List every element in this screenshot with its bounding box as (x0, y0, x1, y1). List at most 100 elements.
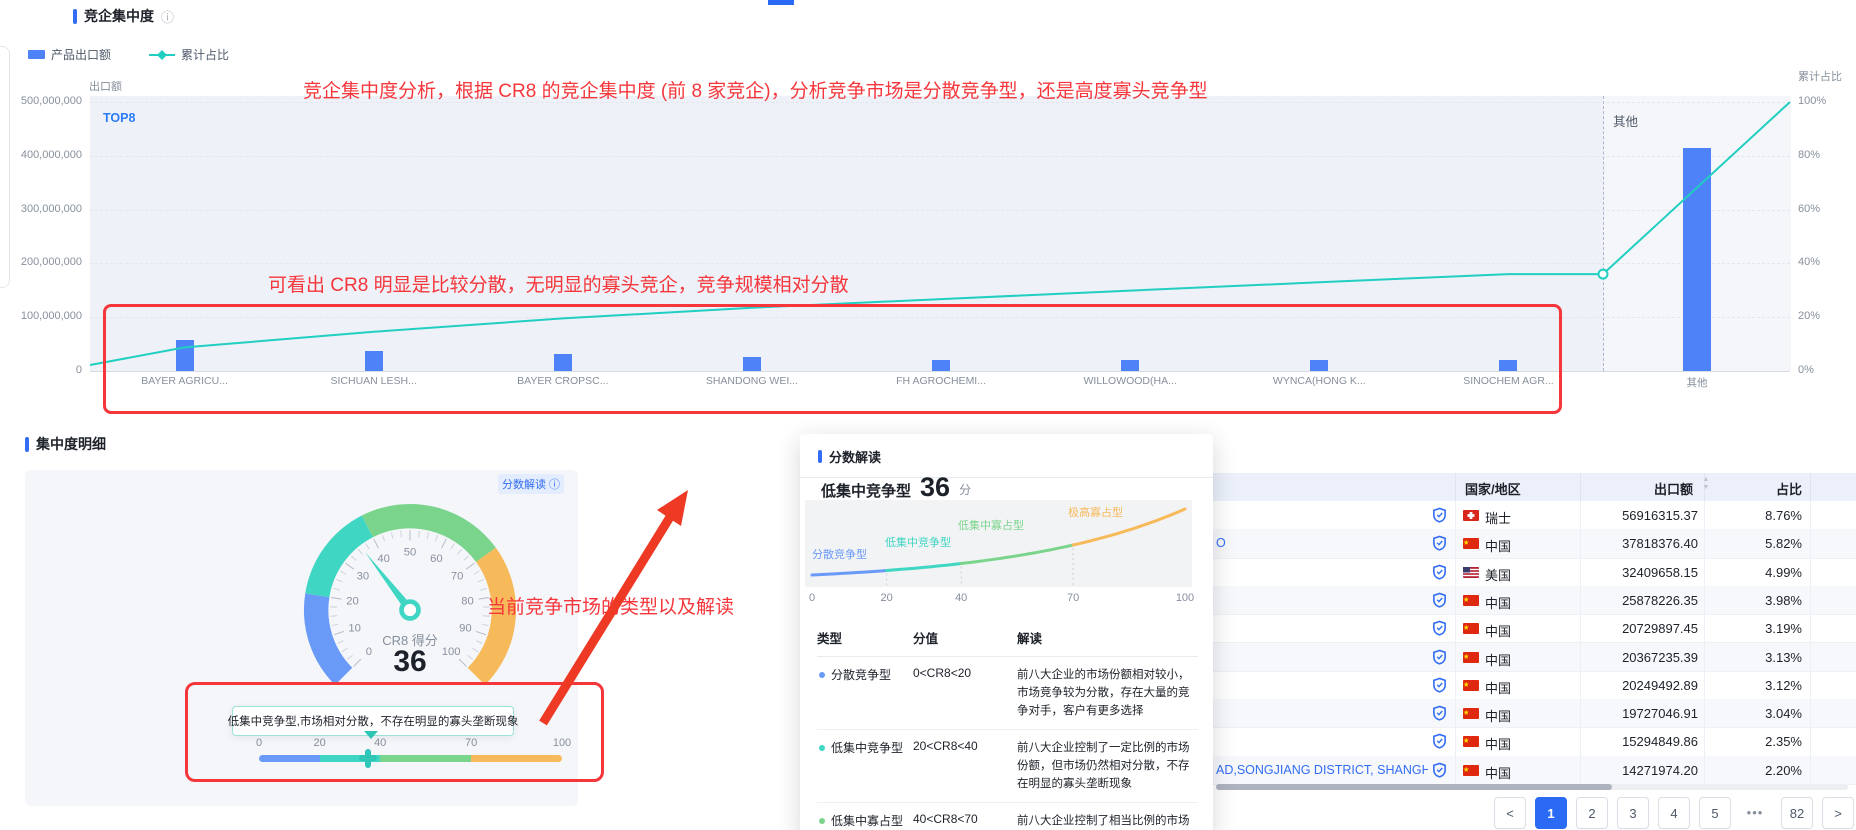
country-flag-icon (1463, 567, 1479, 578)
table-row[interactable]: O中国37818376.405.82% (1205, 529, 1856, 558)
gauge-tick (482, 624, 488, 625)
column-divider (1455, 727, 1456, 756)
y-tick-label: 0 (12, 364, 82, 376)
table-row[interactable]: 中国19727046.913.04% (1205, 699, 1856, 728)
column-header-share[interactable]: 占比 (1722, 479, 1802, 498)
share-value: 3.04% (1712, 706, 1802, 721)
zone-label-other: 其他 (1613, 111, 1638, 130)
popup-table-header: 类型 (817, 620, 913, 657)
x-axis-label: BAYER AGRICU... (110, 375, 260, 387)
export-bar[interactable] (1121, 360, 1139, 371)
gauge-tick (464, 556, 469, 560)
table-row[interactable]: 中国20249492.893.12% (1205, 671, 1856, 700)
table-row[interactable]: 美国32409658.154.99% (1205, 558, 1856, 587)
gauge-tick (427, 532, 429, 538)
popup-table-row-type: 低集中竞争型 (817, 730, 913, 803)
curve-x-tick: 0 (809, 592, 815, 604)
export-bar[interactable] (1499, 360, 1517, 371)
company-shield-icon[interactable] (1432, 507, 1447, 523)
share-value: 2.35% (1712, 734, 1802, 749)
export-bar[interactable] (932, 360, 950, 371)
left-panel-fragment (0, 46, 10, 288)
y2-tick-label: 100% (1798, 95, 1844, 107)
page-button[interactable]: 1 (1535, 797, 1567, 829)
sort-icon[interactable]: ▲▼ (1701, 476, 1711, 492)
zone-label-top8: TOP8 (103, 111, 135, 125)
export-bar[interactable] (743, 357, 761, 371)
table-row[interactable]: 瑞士56916315.378.76% (1205, 501, 1856, 530)
popup-table-row-score: 20<CR8<40 (913, 730, 1017, 803)
table-row[interactable]: 中国20729897.453.19% (1205, 614, 1856, 643)
table-row[interactable]: 中国25878226.353.98% (1205, 586, 1856, 615)
company-shield-icon[interactable] (1432, 705, 1447, 721)
table-row[interactable]: AD,SONGJIANG DISTRICT, SHANGHAI CHI...中国… (1205, 756, 1856, 785)
popup-category: 低集中竞争型 (821, 480, 911, 501)
y-tick-label: 100,000,000 (12, 310, 82, 322)
country-flag-icon (1463, 623, 1479, 634)
company-shield-icon[interactable] (1432, 733, 1447, 749)
company-name-fragment[interactable]: AD,SONGJIANG DISTRICT, SHANGHAI CHI... (1216, 763, 1428, 777)
page-ellipsis[interactable]: ••• (1740, 797, 1770, 827)
company-shield-icon[interactable] (1432, 564, 1447, 580)
page-button[interactable]: 5 (1699, 797, 1731, 829)
chart-legend: 产品出口额 累计占比 (28, 46, 229, 63)
column-divider (1580, 473, 1581, 501)
column-header-export[interactable]: 出口额 (1583, 479, 1693, 498)
popup-table-header: 分值 (913, 620, 1017, 657)
table-row[interactable]: 中国20367235.393.13% (1205, 643, 1856, 672)
h-scrollbar-track[interactable] (1216, 784, 1848, 790)
gauge-tick (419, 531, 420, 538)
column-divider (1455, 558, 1456, 587)
company-shield-icon[interactable] (1432, 649, 1447, 665)
company-name-fragment[interactable]: O (1216, 536, 1428, 550)
legend-label: 产品出口额 (51, 46, 111, 63)
slider-tick-label: 70 (465, 737, 477, 749)
legend-item-export[interactable]: 产品出口额 (28, 46, 111, 63)
export-bar[interactable] (365, 351, 383, 371)
column-divider (1810, 727, 1811, 756)
page-next-button[interactable]: > (1822, 797, 1854, 829)
column-divider (1810, 756, 1811, 785)
x-axis-label: BAYER CROPSC... (488, 375, 638, 387)
page-prev-button[interactable]: < (1494, 797, 1526, 829)
gauge-tick (458, 549, 462, 554)
column-divider (1810, 473, 1811, 501)
company-shield-icon[interactable] (1432, 677, 1447, 693)
legend-item-cumulative[interactable]: 累计占比 (149, 46, 229, 63)
gauge-tick (474, 571, 480, 574)
popup-score-row: 低集中竞争型 36 分 (821, 474, 971, 501)
share-value: 2.20% (1712, 763, 1802, 778)
page-button[interactable]: 2 (1576, 797, 1608, 829)
gauge-tick (466, 563, 474, 569)
curve-segment-label: 极高寡占型 (1068, 505, 1123, 519)
table-row[interactable]: 中国15294849.862.35% (1205, 727, 1856, 756)
gauge-tick-label: 20 (346, 596, 359, 608)
export-value: 19727046.91 (1558, 706, 1698, 721)
info-icon[interactable]: ⓘ (161, 7, 174, 26)
page-button[interactable]: 3 (1617, 797, 1649, 829)
country-flag-icon (1463, 510, 1479, 521)
company-shield-icon[interactable] (1432, 535, 1447, 551)
column-divider (1455, 501, 1456, 530)
bar-legend-swatch (28, 50, 45, 59)
company-shield-icon[interactable] (1432, 762, 1447, 778)
company-shield-icon[interactable] (1432, 620, 1447, 636)
export-bar[interactable] (1310, 360, 1328, 371)
y-tick-label: 200,000,000 (12, 256, 82, 268)
company-shield-icon[interactable] (1432, 592, 1447, 608)
slider-tick-label: 0 (256, 737, 262, 749)
page-button[interactable]: 4 (1658, 797, 1690, 829)
column-header-country[interactable]: 国家/地区 (1465, 479, 1521, 498)
x-axis-label: WYNCA(HONG K... (1244, 375, 1394, 387)
page-button[interactable]: 82 (1781, 797, 1813, 829)
column-divider (1704, 558, 1705, 587)
h-scrollbar-thumb[interactable] (1216, 784, 1612, 790)
gauge-tick (480, 588, 486, 590)
country-name: 瑞士 (1485, 508, 1511, 527)
export-bar[interactable] (1683, 148, 1711, 371)
share-value: 8.76% (1712, 508, 1802, 523)
export-bar[interactable] (554, 354, 572, 371)
export-bar[interactable] (176, 340, 194, 371)
y-tick-label: 400,000,000 (12, 149, 82, 161)
gridline (90, 156, 1790, 157)
